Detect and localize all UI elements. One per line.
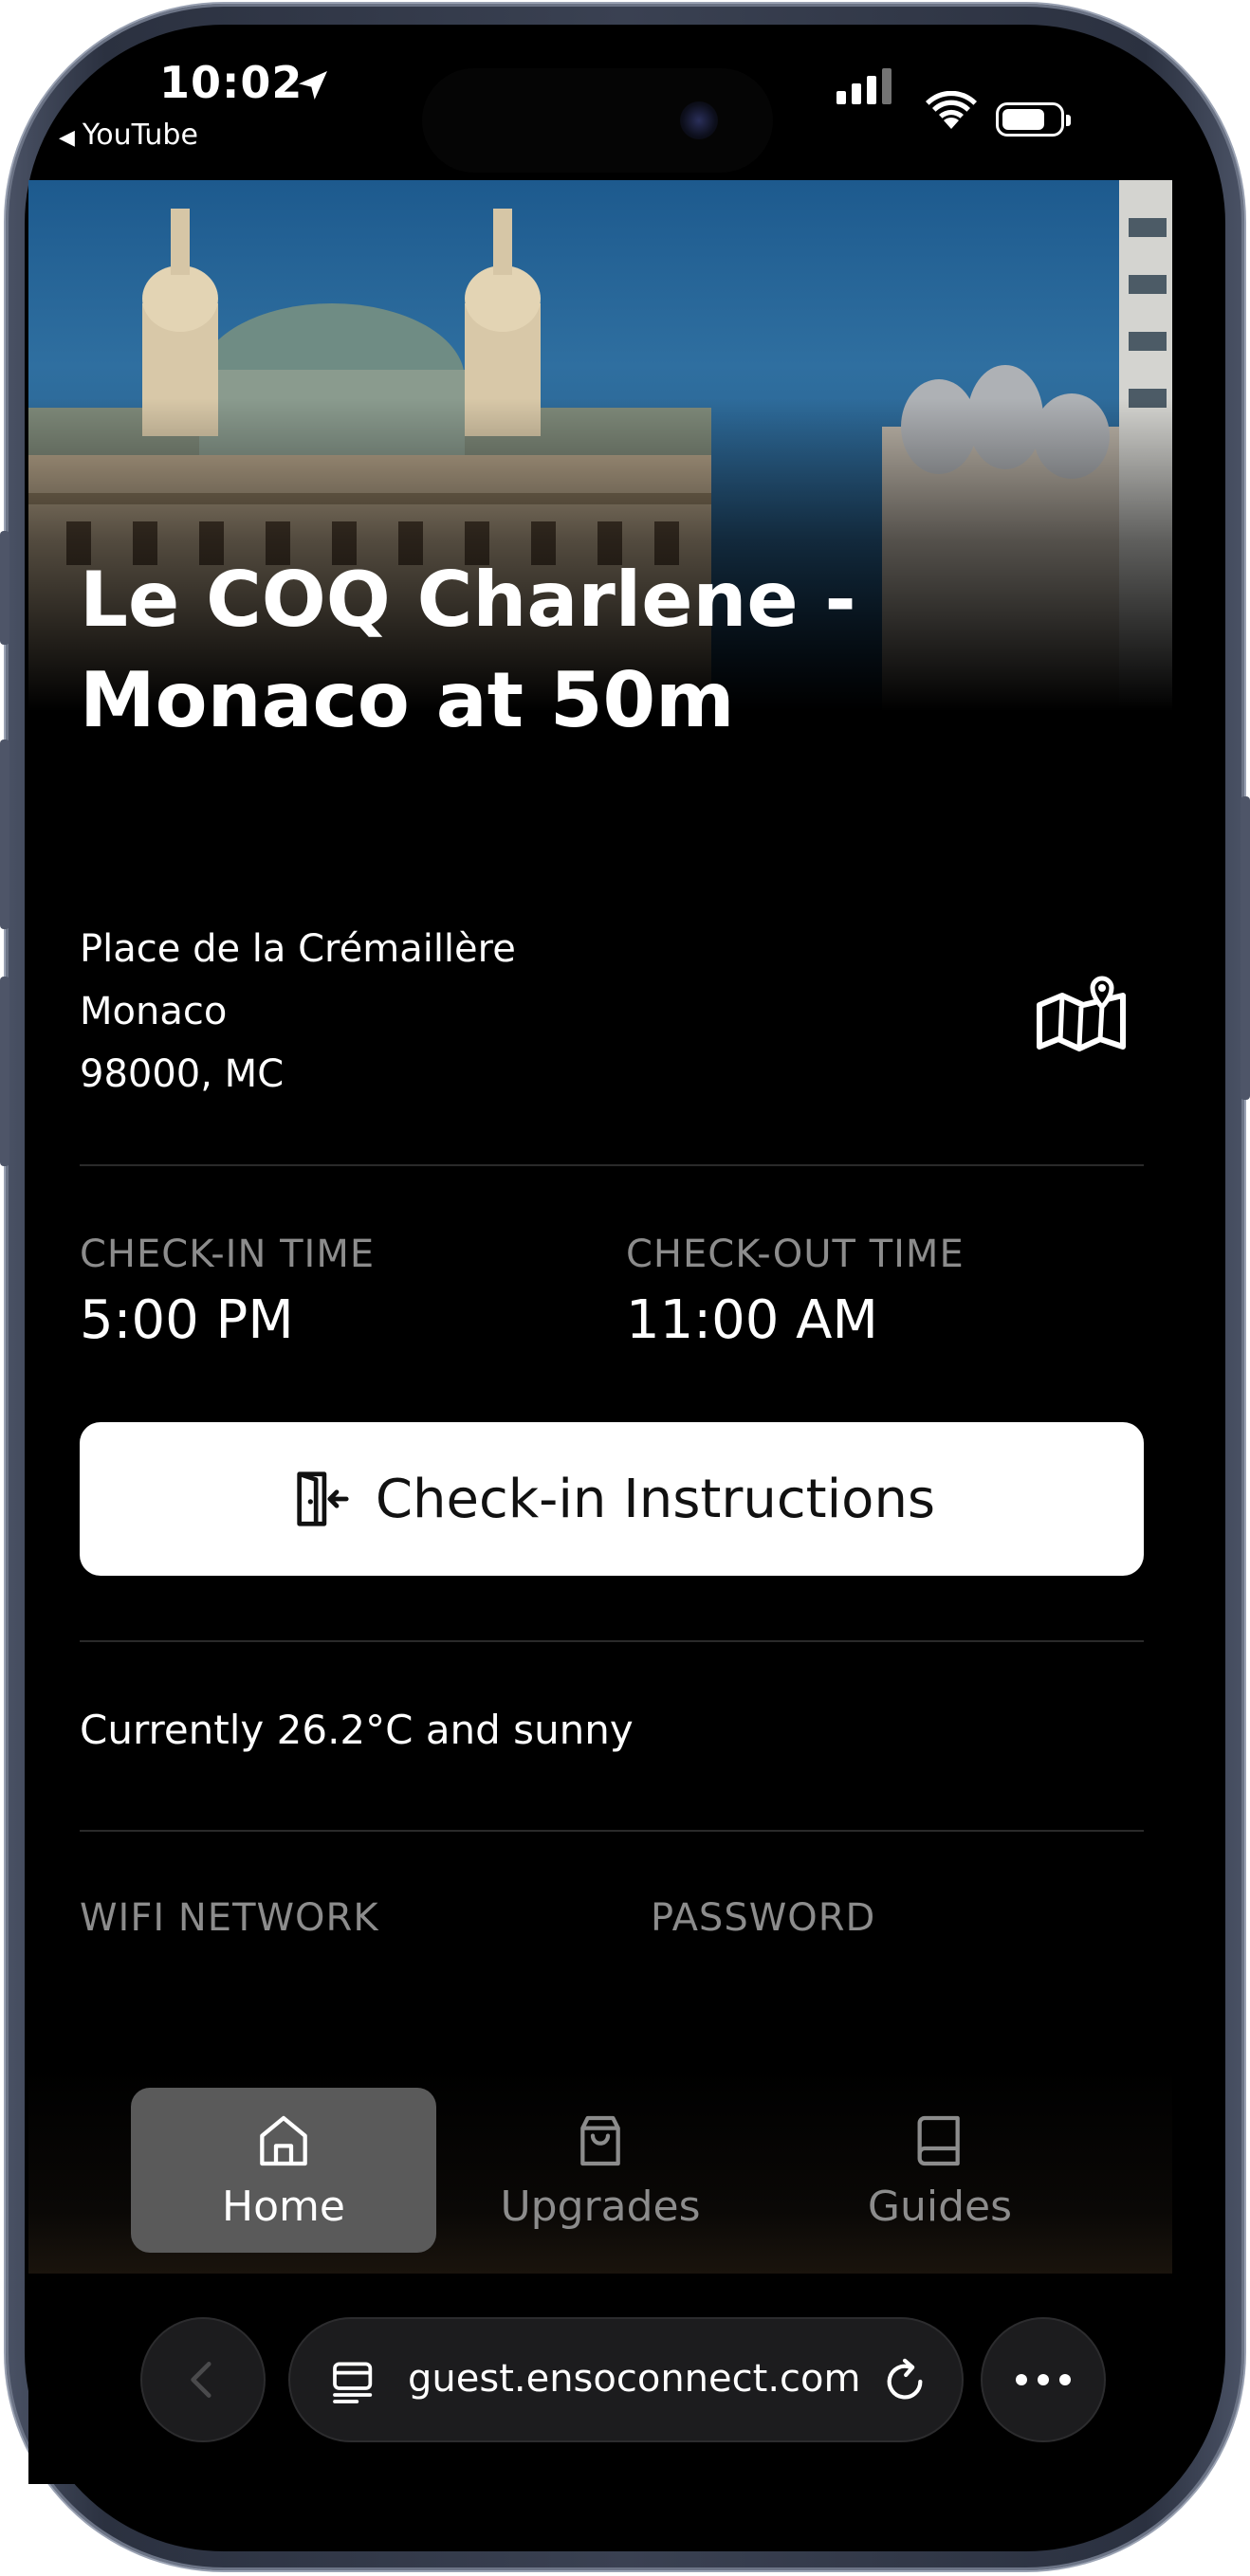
nav-home-label: Home [222,2182,345,2231]
property-title: Le COQ Charlene - Monaco at 50m [80,550,1123,751]
address-line3: 98000, MC [80,1052,285,1096]
divider [80,1640,1144,1642]
address-bar[interactable]: guest.ensoconnect.com [288,2317,964,2442]
checkout-time-label: CHECK-OUT TIME [626,1233,965,1276]
nav-guides[interactable]: Guides [787,2088,1093,2253]
chevron-left-icon [191,2362,211,2398]
back-to-app-link[interactable]: ◀ YouTube [59,119,198,152]
nav-guides-label: Guides [867,2182,1013,2231]
back-triangle-icon: ◀ [59,126,75,150]
divider [80,1164,1144,1166]
checkin-time-value: 5:00 PM [80,1289,294,1351]
reload-icon[interactable] [878,2355,931,2408]
more-icon [1016,2374,1071,2385]
side-button-action [0,531,9,645]
side-button-volume-down [0,977,9,1166]
checkin-time-label: CHECK-IN TIME [80,1233,376,1276]
back-app-label: YouTube [82,119,198,152]
side-button-volume-up [0,740,9,929]
wifi-password-label: PASSWORD [651,1896,876,1940]
location-arrow-icon [299,71,327,100]
wifi-network-label: WIFI NETWORK [80,1896,379,1940]
status-time: 10:02 [159,57,303,108]
nav-home[interactable]: Home [131,2088,436,2253]
checkout-time-value: 11:00 AM [626,1289,878,1351]
property-address: Place de la Crémaillère Monaco 98000, MC [80,918,516,1105]
divider [80,1830,1144,1832]
home-icon [260,2115,307,2165]
camera-icon [680,101,718,139]
address-line1: Place de la Crémaillère [80,927,516,971]
browser-toolbar: guest.ensoconnect.com [28,2275,1172,2484]
browser-back-button[interactable] [140,2317,266,2442]
door-enter-icon [297,1471,349,1526]
nav-upgrades[interactable]: Upgrades [448,2088,753,2253]
book-icon [917,2115,960,2165]
side-button-power [1241,796,1250,1100]
bottom-navigation: Home Upgrades Guides [28,2067,1172,2274]
url-text: guest.ensoconnect.com [408,2357,861,2401]
map-pin-icon[interactable] [1034,967,1129,1052]
browser-more-button[interactable] [981,2317,1106,2442]
battery-icon [996,102,1071,137]
dynamic-island [422,68,773,173]
property-title-line2: Monaco at 50m [80,656,735,744]
address-line2: Monaco [80,990,228,1033]
checkin-instructions-button[interactable]: Check-in Instructions [80,1422,1144,1576]
reader-icon [333,2362,373,2403]
weather-text: Currently 26.2°C and sunny [80,1707,634,1753]
checkin-instructions-label: Check-in Instructions [375,1468,936,1530]
shopping-bag-icon [580,2115,620,2165]
property-title-line1: Le COQ Charlene - [80,556,856,644]
wifi-icon [926,91,977,129]
nav-upgrades-label: Upgrades [500,2182,701,2231]
